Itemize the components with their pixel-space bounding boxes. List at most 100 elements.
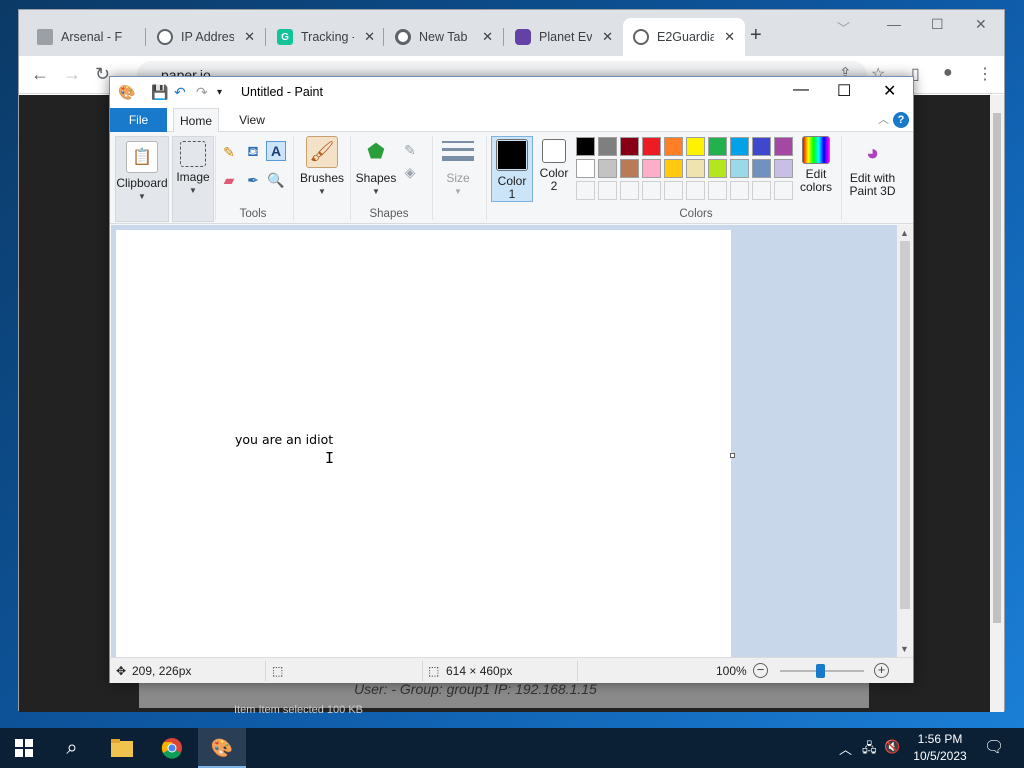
color2-button[interactable]: Color 2 (536, 136, 572, 193)
network-icon[interactable]: 🖧 (862, 739, 877, 761)
color-swatch[interactable] (642, 159, 661, 178)
color-swatch[interactable] (598, 137, 617, 156)
color-swatch[interactable] (576, 159, 595, 178)
reload-icon[interactable]: ↻ (95, 64, 110, 85)
canvas-text[interactable]: you are an idiot (235, 432, 333, 447)
color-swatch[interactable] (752, 137, 771, 156)
text-tool-icon[interactable]: A (266, 141, 286, 161)
back-arrow-icon[interactable]: ← (31, 64, 49, 85)
custom-color-slot[interactable] (576, 181, 595, 200)
color-swatch[interactable] (708, 137, 727, 156)
close-icon[interactable]: ✕ (602, 29, 613, 45)
help-icon[interactable]: ? (893, 112, 909, 128)
windows-start-icon[interactable] (12, 736, 36, 760)
close-icon[interactable]: ✕ (883, 81, 896, 101)
file-explorer-icon[interactable] (110, 736, 134, 760)
clipboard-button[interactable]: 📋 Clipboard ▼ (115, 136, 169, 222)
custom-color-slot[interactable] (752, 181, 771, 200)
close-icon[interactable]: ✕ (244, 29, 255, 45)
chevron-down-icon[interactable]: ﹀ (837, 18, 850, 37)
color-swatch[interactable] (708, 159, 727, 178)
edit-colors-button[interactable]: Edit colors (796, 136, 836, 194)
zoom-out-icon[interactable]: − (753, 663, 768, 678)
zoom-slider-thumb[interactable] (816, 664, 825, 678)
close-icon[interactable]: ✕ (975, 16, 987, 33)
minimize-icon[interactable]: — (793, 81, 809, 99)
minimize-icon[interactable]: — (887, 16, 901, 32)
fill-bucket-icon[interactable]: ⛾ (243, 142, 263, 162)
custom-color-slot[interactable] (664, 181, 683, 200)
tab-view[interactable]: View (230, 108, 274, 132)
chrome-icon[interactable] (160, 736, 184, 760)
search-icon[interactable]: ⌕ (60, 736, 84, 760)
browser-tab-6-active[interactable]: E2Guardia ✕ (623, 18, 745, 56)
page-scrollbar[interactable] (990, 95, 1004, 712)
drawing-canvas[interactable]: you are an idiot I (116, 230, 731, 657)
minimize-ribbon-icon[interactable]: ︿ (878, 111, 889, 127)
color-swatch[interactable] (664, 137, 683, 156)
color-swatch[interactable] (774, 159, 793, 178)
clock[interactable]: 1:56 PM 10/5/2023 (910, 731, 970, 765)
custom-color-slot[interactable] (708, 181, 727, 200)
brushes-button[interactable]: 🖌 Brushes ▼ (297, 136, 347, 198)
new-tab-button[interactable]: + (750, 24, 762, 47)
magnifier-icon[interactable]: 🔍 (266, 170, 286, 190)
maximize-icon[interactable]: ☐ (837, 81, 851, 101)
scroll-thumb[interactable] (993, 113, 1001, 623)
profile-icon[interactable]: ● (943, 64, 953, 82)
tab-home[interactable]: Home (173, 108, 219, 132)
size-button[interactable]: Size ▼ (438, 136, 478, 198)
color-swatch[interactable] (686, 159, 705, 178)
resize-handle-right[interactable] (730, 453, 735, 458)
color-swatch[interactable] (686, 137, 705, 156)
edit-with-paint3d-button[interactable]: ◕ Edit with Paint 3D (845, 136, 900, 198)
color-swatch[interactable] (730, 159, 749, 178)
color1-button[interactable]: Color 1 (491, 136, 533, 202)
zoom-in-icon[interactable]: + (874, 663, 889, 678)
color-picker-icon[interactable]: ✒ (243, 170, 263, 190)
custom-color-slot[interactable] (620, 181, 639, 200)
redo-icon[interactable]: ↷ (196, 84, 208, 101)
close-icon[interactable]: ✕ (364, 29, 375, 45)
browser-tab-5[interactable]: Planet Eve ✕ (505, 18, 623, 56)
chevron-up-icon[interactable]: ︿ (839, 739, 852, 758)
fill-icon[interactable]: ◈ (400, 162, 420, 182)
tab-file[interactable]: File (110, 108, 167, 132)
color-swatch[interactable] (620, 137, 639, 156)
customize-qa-icon[interactable]: ▾ (217, 87, 222, 98)
scroll-down-icon[interactable]: ▼ (900, 644, 909, 654)
image-button[interactable]: Image ▼ (172, 136, 214, 222)
paint-app-icon[interactable]: 🎨 (118, 84, 135, 101)
color-swatch[interactable] (664, 159, 683, 178)
outline-icon[interactable]: ✎ (400, 140, 420, 160)
color-swatch[interactable] (730, 137, 749, 156)
save-icon[interactable]: 💾 (151, 84, 168, 101)
volume-muted-icon[interactable]: 🔇 (884, 739, 900, 755)
shapes-button[interactable]: ⬟ Shapes ▼ (354, 136, 398, 198)
close-icon[interactable]: ✕ (482, 29, 493, 45)
color-swatch[interactable] (752, 159, 771, 178)
color-swatch[interactable] (642, 137, 661, 156)
notifications-icon[interactable]: 🗨 (984, 737, 1004, 757)
custom-color-slot[interactable] (774, 181, 793, 200)
kebab-menu-icon[interactable]: ⋮ (977, 64, 993, 84)
maximize-icon[interactable]: ☐ (931, 16, 944, 33)
browser-tab-3[interactable]: G Tracking - ✕ (267, 18, 385, 56)
forward-arrow-icon[interactable]: → (63, 64, 81, 85)
scroll-thumb[interactable] (900, 241, 910, 609)
custom-color-slot[interactable] (598, 181, 617, 200)
close-icon[interactable]: ✕ (724, 29, 735, 45)
color-swatch[interactable] (774, 137, 793, 156)
color-swatch[interactable] (620, 159, 639, 178)
custom-color-slot[interactable] (686, 181, 705, 200)
custom-color-slot[interactable] (730, 181, 749, 200)
scroll-up-icon[interactable]: ▲ (900, 228, 909, 238)
browser-tab-4[interactable]: New Tab ✕ (385, 18, 503, 56)
color-swatch[interactable] (598, 159, 617, 178)
vertical-scrollbar[interactable]: ▲ ▼ (897, 225, 913, 657)
browser-tab-2[interactable]: IP Address ✕ (147, 18, 265, 56)
custom-color-slot[interactable] (642, 181, 661, 200)
browser-tab-1[interactable]: Arsenal - F (27, 18, 145, 56)
eraser-icon[interactable]: ▰ (219, 170, 239, 190)
undo-icon[interactable]: ↶ (174, 84, 186, 101)
